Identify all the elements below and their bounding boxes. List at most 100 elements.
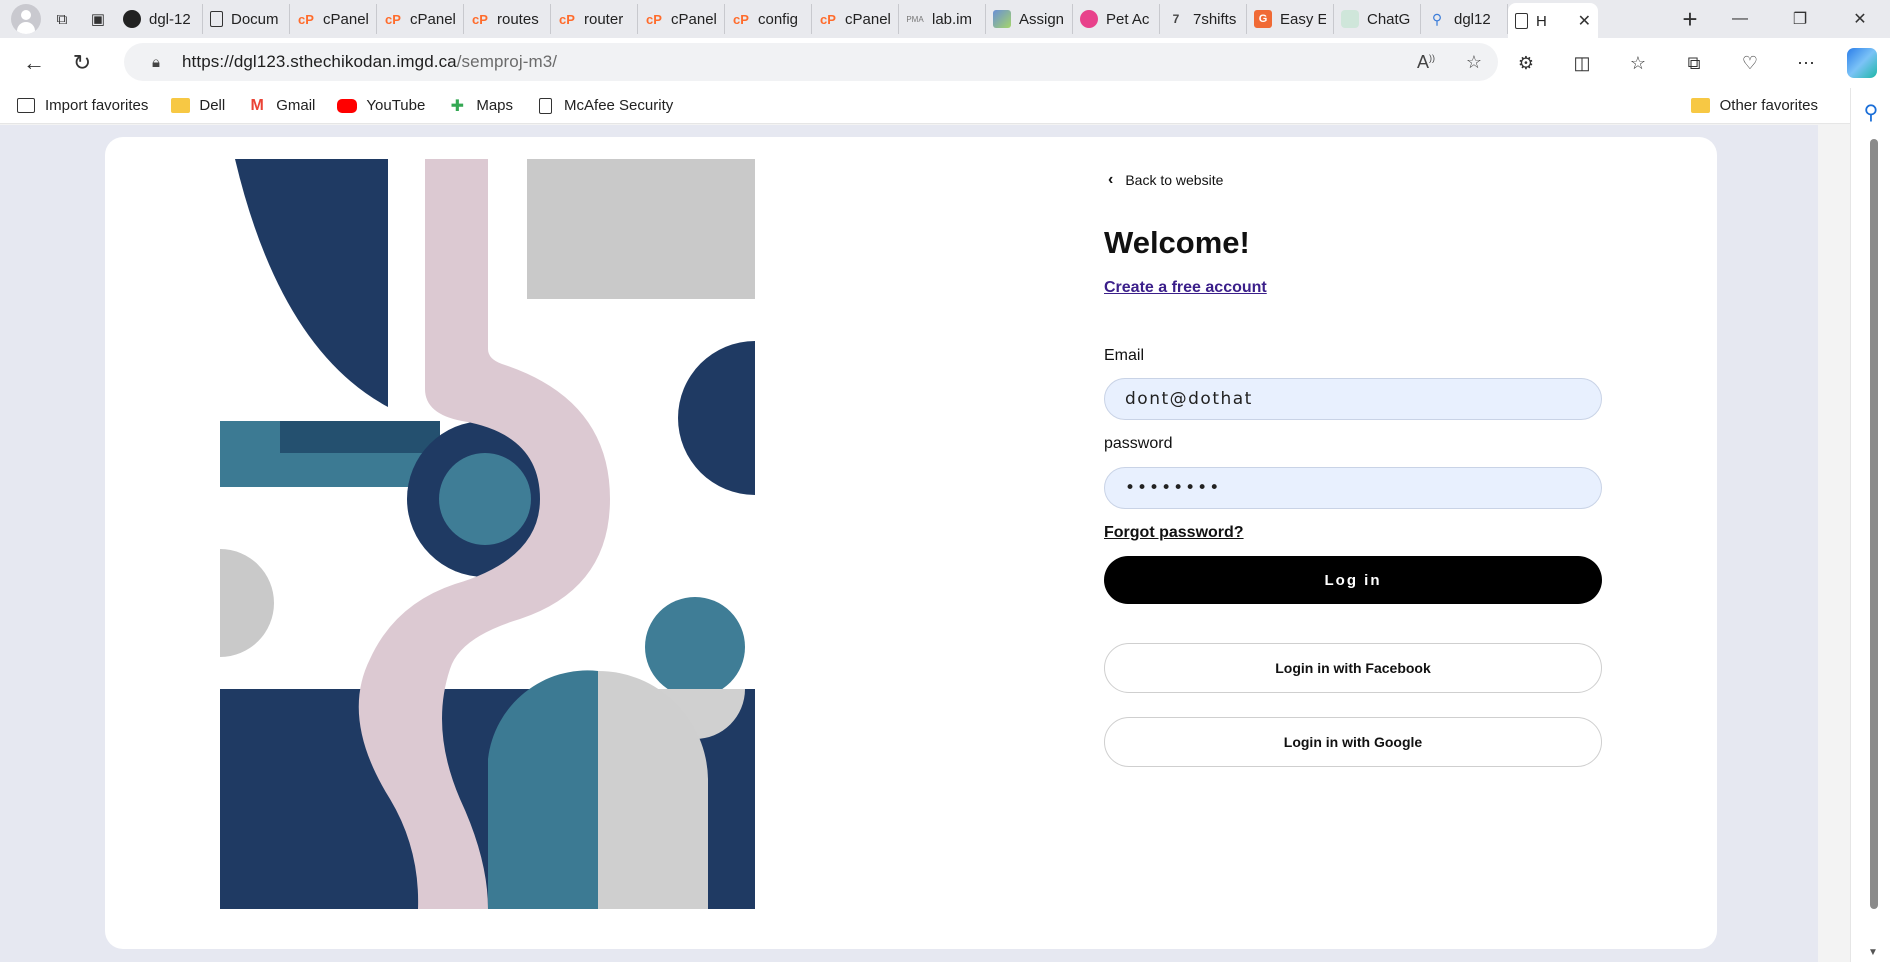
favorites-bar: Import favorites Dell M Gmail YouTube ✚ Maps Mc… (0, 88, 1850, 124)
tab-label: cPanel (845, 10, 891, 28)
scrollbar-thumb[interactable] (1870, 139, 1878, 909)
scroll-down-arrow-icon[interactable]: ▼ (1868, 947, 1878, 958)
tab-label: 7shifts (1193, 10, 1237, 28)
profile-button[interactable] (8, 4, 44, 34)
restore-button[interactable]: ❐ (1770, 0, 1830, 38)
collections-icon[interactable]: ⧉ (1666, 43, 1722, 83)
favorites-item[interactable]: McAfee Security (535, 91, 673, 121)
favorites-item-label: Import favorites (45, 97, 149, 114)
tab-label: Easy E (1280, 10, 1326, 28)
tab[interactable]: PMA lab.im (899, 4, 986, 34)
lock-icon[interactable]: 🔒︎ (136, 54, 176, 71)
new-tab-button[interactable]: + (1670, 4, 1710, 34)
vertical-tabs-button[interactable]: ▣ (80, 4, 116, 34)
facebook-login-button[interactable]: Login in with Facebook (1104, 643, 1602, 693)
cpanel-icon: cP (559, 11, 575, 27)
back-link-label: Back to website (1125, 172, 1224, 188)
password-field[interactable] (1104, 467, 1602, 509)
cpanel-icon: cP (298, 11, 314, 27)
tab-label: router (584, 10, 624, 28)
url-path: /semproj-m3/ (456, 52, 558, 71)
tab[interactable]: cP config (725, 4, 812, 34)
tab[interactable]: ChatG (1334, 4, 1421, 34)
password-label: password (1104, 435, 1173, 452)
url-text: https://dgl123.sthechikodan.imgd.ca/semp… (182, 52, 557, 72)
tab[interactable]: Assign (986, 4, 1073, 34)
refresh-button[interactable]: ↻ (58, 43, 106, 83)
folder-icon (1691, 98, 1711, 113)
read-aloud-icon[interactable]: A)) (1402, 52, 1450, 73)
favorites-item[interactable]: M Gmail (247, 91, 316, 121)
workspaces-button[interactable]: ⧉ (44, 4, 80, 34)
page-scrollbar[interactable]: ▼ (1858, 125, 1890, 962)
sevenshifts-icon: 7 (1172, 12, 1180, 26)
tab[interactable]: ⚲ dgl12 (1421, 4, 1508, 34)
login-button[interactable]: Log in (1104, 556, 1602, 604)
close-tab-icon[interactable]: ✕ (1578, 11, 1591, 31)
create-account-link[interactable]: Create a free account (1104, 279, 1267, 297)
copilot-button[interactable] (1834, 43, 1890, 83)
back-button[interactable]: ← (10, 43, 58, 83)
close-window-button[interactable]: ✕ (1830, 0, 1890, 38)
tab-label: cPanel (323, 10, 369, 28)
tab-strip: ⧉ ▣ dgl-12 Docum cP cPanel cP cPanel cP routes c… (0, 0, 1890, 38)
tab-label: cPanel (671, 10, 717, 28)
favorites-item[interactable]: YouTube (337, 91, 425, 121)
tab-active[interactable]: H ✕ (1508, 3, 1598, 38)
email-label: Email (1104, 347, 1145, 364)
document-icon (538, 97, 552, 114)
tab[interactable]: cP cPanel (290, 4, 377, 34)
tab[interactable]: cP cPanel (812, 4, 899, 34)
folder-icon (170, 98, 190, 113)
back-to-website-link[interactable]: ‹ Back to website (1108, 171, 1223, 189)
tab-label: routes (497, 10, 539, 28)
tab[interactable]: Docum (203, 4, 290, 34)
extensions-icon[interactable]: ⚙︎ (1498, 43, 1554, 83)
cpanel-icon: cP (385, 11, 401, 27)
arrow-left-icon: ← (23, 50, 45, 75)
gmail-icon: M (250, 96, 264, 114)
tab[interactable]: cP cPanel (377, 4, 464, 34)
tab[interactable]: cP cPanel (638, 4, 725, 34)
minimize-button[interactable]: — (1710, 0, 1770, 38)
profile-avatar-icon (11, 4, 41, 34)
login-card: ‹ Back to website Welcome! Create a free… (105, 137, 1717, 949)
url-host: https://dgl123.sthechikodan.imgd.ca (182, 52, 457, 71)
tab[interactable]: G Easy E (1247, 4, 1334, 34)
favorite-star-icon[interactable]: ☆ (1450, 52, 1498, 73)
favorites-item[interactable]: Import favorites (16, 91, 148, 121)
forgot-password-link[interactable]: Forgot password? (1104, 524, 1244, 542)
abstract-shapes-image (220, 159, 755, 909)
email-field[interactable] (1104, 378, 1602, 420)
tab[interactable]: dgl-12 (116, 4, 203, 34)
more-menu-icon[interactable]: ⋯ (1778, 43, 1834, 83)
browser-essentials-icon[interactable]: ♡ (1722, 43, 1778, 83)
tab[interactable]: 7 7shifts (1160, 4, 1247, 34)
favorites-item-label: Maps (476, 97, 514, 114)
address-bar[interactable]: 🔒︎ https://dgl123.sthechikodan.imgd.ca/s… (124, 43, 1498, 81)
favorites-item[interactable]: Dell (170, 91, 225, 121)
cpanel-icon: cP (733, 11, 749, 27)
copilot-icon (1847, 48, 1877, 78)
page-viewport: ‹ Back to website Welcome! Create a free… (0, 125, 1818, 962)
plus-icon: + (1682, 3, 1698, 34)
document-icon (1515, 13, 1528, 29)
tab-label: H (1536, 12, 1547, 30)
tab-label: lab.im (932, 10, 973, 28)
dribbble-icon (1080, 10, 1098, 28)
tab-label: dgl12 (1454, 10, 1491, 28)
tab[interactable]: cP routes (464, 4, 551, 34)
tab-list: dgl-12 Docum cP cPanel cP cPanel cP routes cP rou… (116, 0, 1664, 38)
tab[interactable]: cP router (551, 4, 638, 34)
favorites-item-label: Dell (199, 97, 226, 114)
favorites-item[interactable]: ✚ Maps (447, 91, 513, 121)
favorites-item-label: McAfee Security (564, 97, 674, 114)
refresh-icon: ↻ (72, 50, 92, 75)
favorites-icon[interactable]: ☆ (1610, 43, 1666, 83)
split-screen-icon[interactable]: ◫ (1554, 43, 1610, 83)
tab[interactable]: Pet Ac (1073, 4, 1160, 34)
favorites-item-other[interactable]: Other favorites (1691, 91, 1818, 121)
google-login-button[interactable]: Login in with Google (1104, 717, 1602, 767)
cpanel-icon: cP (472, 11, 488, 27)
import-icon (17, 98, 35, 113)
